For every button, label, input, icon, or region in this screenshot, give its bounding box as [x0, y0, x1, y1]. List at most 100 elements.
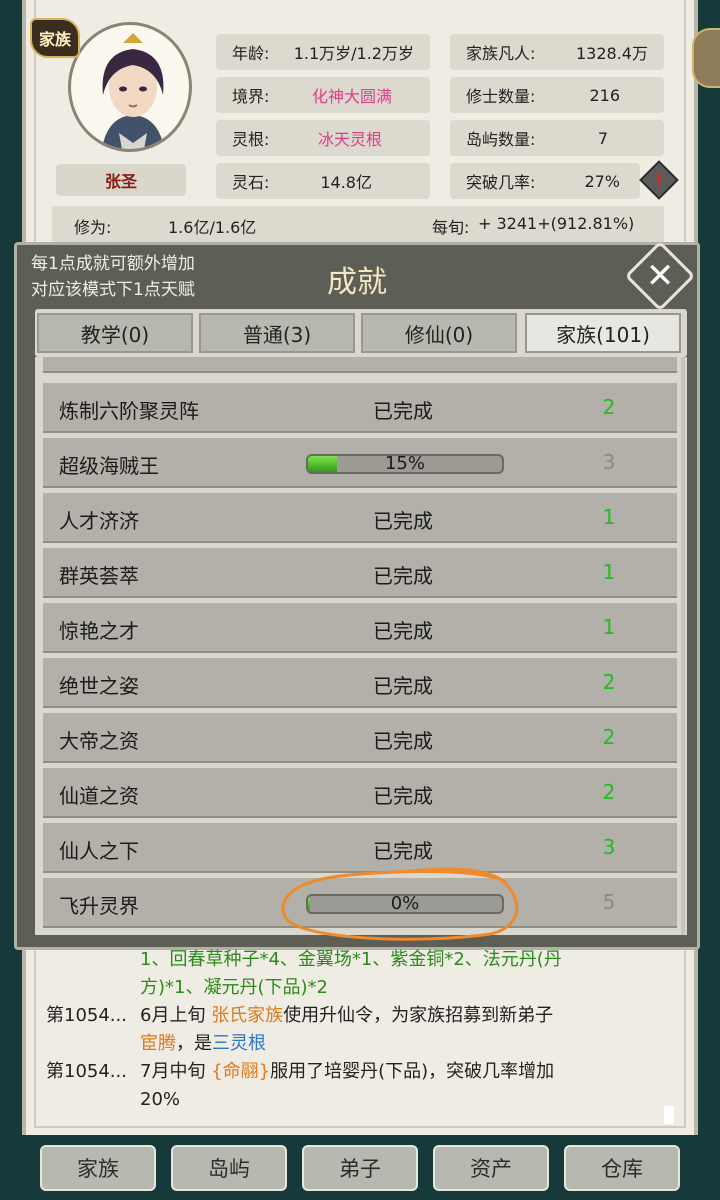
cultivation-row: 修为: 1.6亿/1.6亿 每旬: + 3241+(912.81%) — [52, 206, 664, 242]
achievement-status: 已完成 — [373, 619, 433, 643]
achievement-row[interactable]: 仙道之资 已完成 2 — [43, 768, 677, 818]
cultivation-label: 修为: — [74, 218, 112, 237]
achievement-points: 2 — [602, 670, 616, 694]
bottom-nav: 家族 岛屿 弟子 资产 仓库 — [0, 1135, 720, 1200]
stat-cultivators: 修士数量: 216 — [450, 77, 664, 113]
achievement-name: 飞升灵界 — [59, 894, 139, 918]
log-entry-time: 第1054... — [46, 1005, 127, 1026]
stat-root-value: 冰天灵根 — [317, 130, 382, 149]
clan-badge: 家族 — [30, 18, 80, 58]
stat-root: 灵根: 冰天灵根 — [216, 120, 430, 156]
achievement-row[interactable]: 大帝之资 已完成 2 — [43, 713, 677, 763]
progress-text: 0% — [390, 894, 420, 914]
nav-disciples[interactable]: 弟子 — [302, 1145, 418, 1191]
log-scrollbar[interactable] — [664, 1106, 674, 1124]
stat-age-value: 1.1万岁/1.2万岁 — [293, 44, 414, 63]
stat-cultivators-value: 216 — [589, 85, 620, 105]
cultivation-rate-label: 每旬: — [432, 218, 470, 237]
achievement-list[interactable]: 炼制六阶聚灵阵 已完成 2 超级海贼王 15% 3 人才济济 已完成 1 群英荟萃 已完成 1 惊艳之才… — [35, 357, 687, 935]
log-person-link[interactable]: 宦腾 — [140, 1033, 176, 1054]
log-entry: 第1054... 7月中旬 {命翮}服用了培婴丹(下品)，突破几率增加 — [46, 1058, 666, 1086]
achievement-name: 仙道之资 — [59, 784, 139, 808]
log-text: 服用了培婴丹(下品)，突破几率增加 — [270, 1061, 555, 1082]
log-text: 20% — [140, 1089, 181, 1110]
achievement-progress-bar: 0% — [306, 894, 504, 914]
achievement-tabs: 教学(0) 普通(3) 修仙(0) 家族(101) — [35, 309, 687, 357]
log-person-link[interactable]: {命翮} — [211, 1061, 270, 1082]
character-name[interactable]: 张圣 — [56, 164, 186, 196]
stat-mortals-label: 家族凡人: — [466, 44, 536, 63]
nav-assets[interactable]: 资产 — [433, 1145, 549, 1191]
achievement-name: 仙人之下 — [59, 839, 139, 863]
close-icon: ✕ — [645, 256, 675, 296]
log-root-link[interactable]: 三灵根 — [212, 1033, 266, 1054]
scrollbar[interactable] — [681, 357, 685, 935]
achievement-points: 5 — [602, 890, 616, 914]
achievement-status: 已完成 — [373, 839, 433, 863]
stat-breakthrough: 突破几率: 27% — [450, 163, 640, 199]
achievement-name: 绝世之姿 — [59, 674, 139, 698]
log-clan-link[interactable]: 张氏家族 — [211, 1005, 283, 1026]
achievement-progress-bar: 15% — [306, 454, 504, 474]
stat-realm-value: 化神大圆满 — [311, 87, 392, 106]
achievement-points: 2 — [602, 395, 616, 419]
nav-clan[interactable]: 家族 — [40, 1145, 156, 1191]
achievement-points: 1 — [602, 560, 616, 584]
achievement-row[interactable]: 超级海贼王 15% 3 — [43, 438, 677, 488]
achievement-row[interactable]: 仙人之下 已完成 3 — [43, 823, 677, 873]
stat-stones: 灵石: 14.8亿 — [216, 163, 430, 199]
achievement-points: 2 — [602, 780, 616, 804]
achievement-name: 群英荟萃 — [59, 564, 139, 588]
log-entry-time: 第1054... — [46, 1061, 127, 1082]
log-entry-text: 6月上旬 张氏家族使用升仙令，为家族招募到新弟子 宦腾，是三灵根 — [140, 1002, 553, 1058]
nav-islands[interactable]: 岛屿 — [171, 1145, 287, 1191]
tab-cultivation[interactable]: 修仙(0) — [361, 313, 517, 353]
achievement-row[interactable]: 人才济济 已完成 1 — [43, 493, 677, 543]
log-entry-text: 7月中旬 {命翮}服用了培婴丹(下品)，突破几率增加 — [140, 1058, 554, 1086]
stat-stones-value: 14.8亿 — [320, 173, 372, 192]
stat-stones-label: 灵石: — [232, 173, 270, 192]
stat-age-label: 年龄: — [232, 44, 270, 63]
side-menu-tab[interactable] — [692, 28, 720, 88]
progress-text: 15% — [384, 454, 425, 474]
tab-teaching[interactable]: 教学(0) — [37, 313, 193, 353]
tab-clan[interactable]: 家族(101) — [525, 313, 681, 353]
stat-cultivators-label: 修士数量: — [466, 87, 536, 106]
avatar[interactable] — [68, 22, 192, 152]
achievement-points: 3 — [602, 835, 616, 859]
stat-mortals-value: 1328.4万 — [576, 44, 648, 63]
nav-warehouse[interactable]: 仓库 — [564, 1145, 680, 1191]
achievement-row[interactable]: 绝世之姿 已完成 2 — [43, 658, 677, 708]
achievement-row[interactable]: 炼制六阶聚灵阵 已完成 2 — [43, 383, 677, 433]
log-item-list-b: 方)*1、凝元丹(下品)*2 — [140, 977, 328, 998]
achievement-name: 人才济济 — [59, 509, 139, 533]
stat-breakthrough-value: 27% — [584, 171, 620, 191]
log-text: ，是 — [176, 1033, 212, 1054]
dialog-title: 成就 — [327, 265, 387, 300]
tab-normal[interactable]: 普通(3) — [199, 313, 355, 353]
list-item-cut — [43, 357, 677, 373]
achievement-row[interactable]: 群英荟萃 已完成 1 — [43, 548, 677, 598]
log-text: 7月中旬 — [140, 1061, 212, 1082]
achievement-row[interactable]: 飞升灵界 0% 5 — [43, 878, 677, 928]
achievement-points: 2 — [602, 725, 616, 749]
event-log[interactable]: 1、回春草种子*4、金翼场*1、紫金铜*2、法元丹(丹 方)*1、凝元丹(下品)… — [46, 949, 666, 1114]
stat-realm: 境界: 化神大圆满 — [216, 77, 430, 113]
stat-age: 年龄: 1.1万岁/1.2万岁 — [216, 34, 430, 70]
achievement-status: 已完成 — [373, 674, 433, 698]
stat-islands-label: 岛屿数量: — [466, 130, 536, 149]
achievement-row[interactable]: 惊艳之才 已完成 1 — [43, 603, 677, 653]
achievement-name: 超级海贼王 — [59, 454, 159, 478]
stat-islands-value: 7 — [597, 128, 608, 148]
achievement-points: 1 — [602, 505, 616, 529]
log-item-list-a: 1、回春草种子*4、金翼场*1、紫金铜*2、法元丹(丹 — [140, 949, 562, 970]
achievement-points: 3 — [602, 450, 616, 474]
achievement-status: 已完成 — [373, 509, 433, 533]
achievements-dialog: 每1点成就可额外增加 对应该模式下1点天赋 成就 ✕ 教学(0) 普通(3) 修… — [14, 240, 700, 950]
achievement-name: 惊艳之才 — [59, 619, 139, 643]
cultivation-rate-value: + 3241+(912.81%) — [478, 214, 635, 233]
log-line-partial: 1、回春草种子*4、金翼场*1、紫金铜*2、法元丹(丹 — [46, 946, 666, 974]
achievement-status: 已完成 — [373, 784, 433, 808]
log-text: 使用升仙令，为家族招募到新弟子 — [283, 1005, 554, 1026]
stat-breakthrough-label: 突破几率: — [466, 173, 536, 192]
